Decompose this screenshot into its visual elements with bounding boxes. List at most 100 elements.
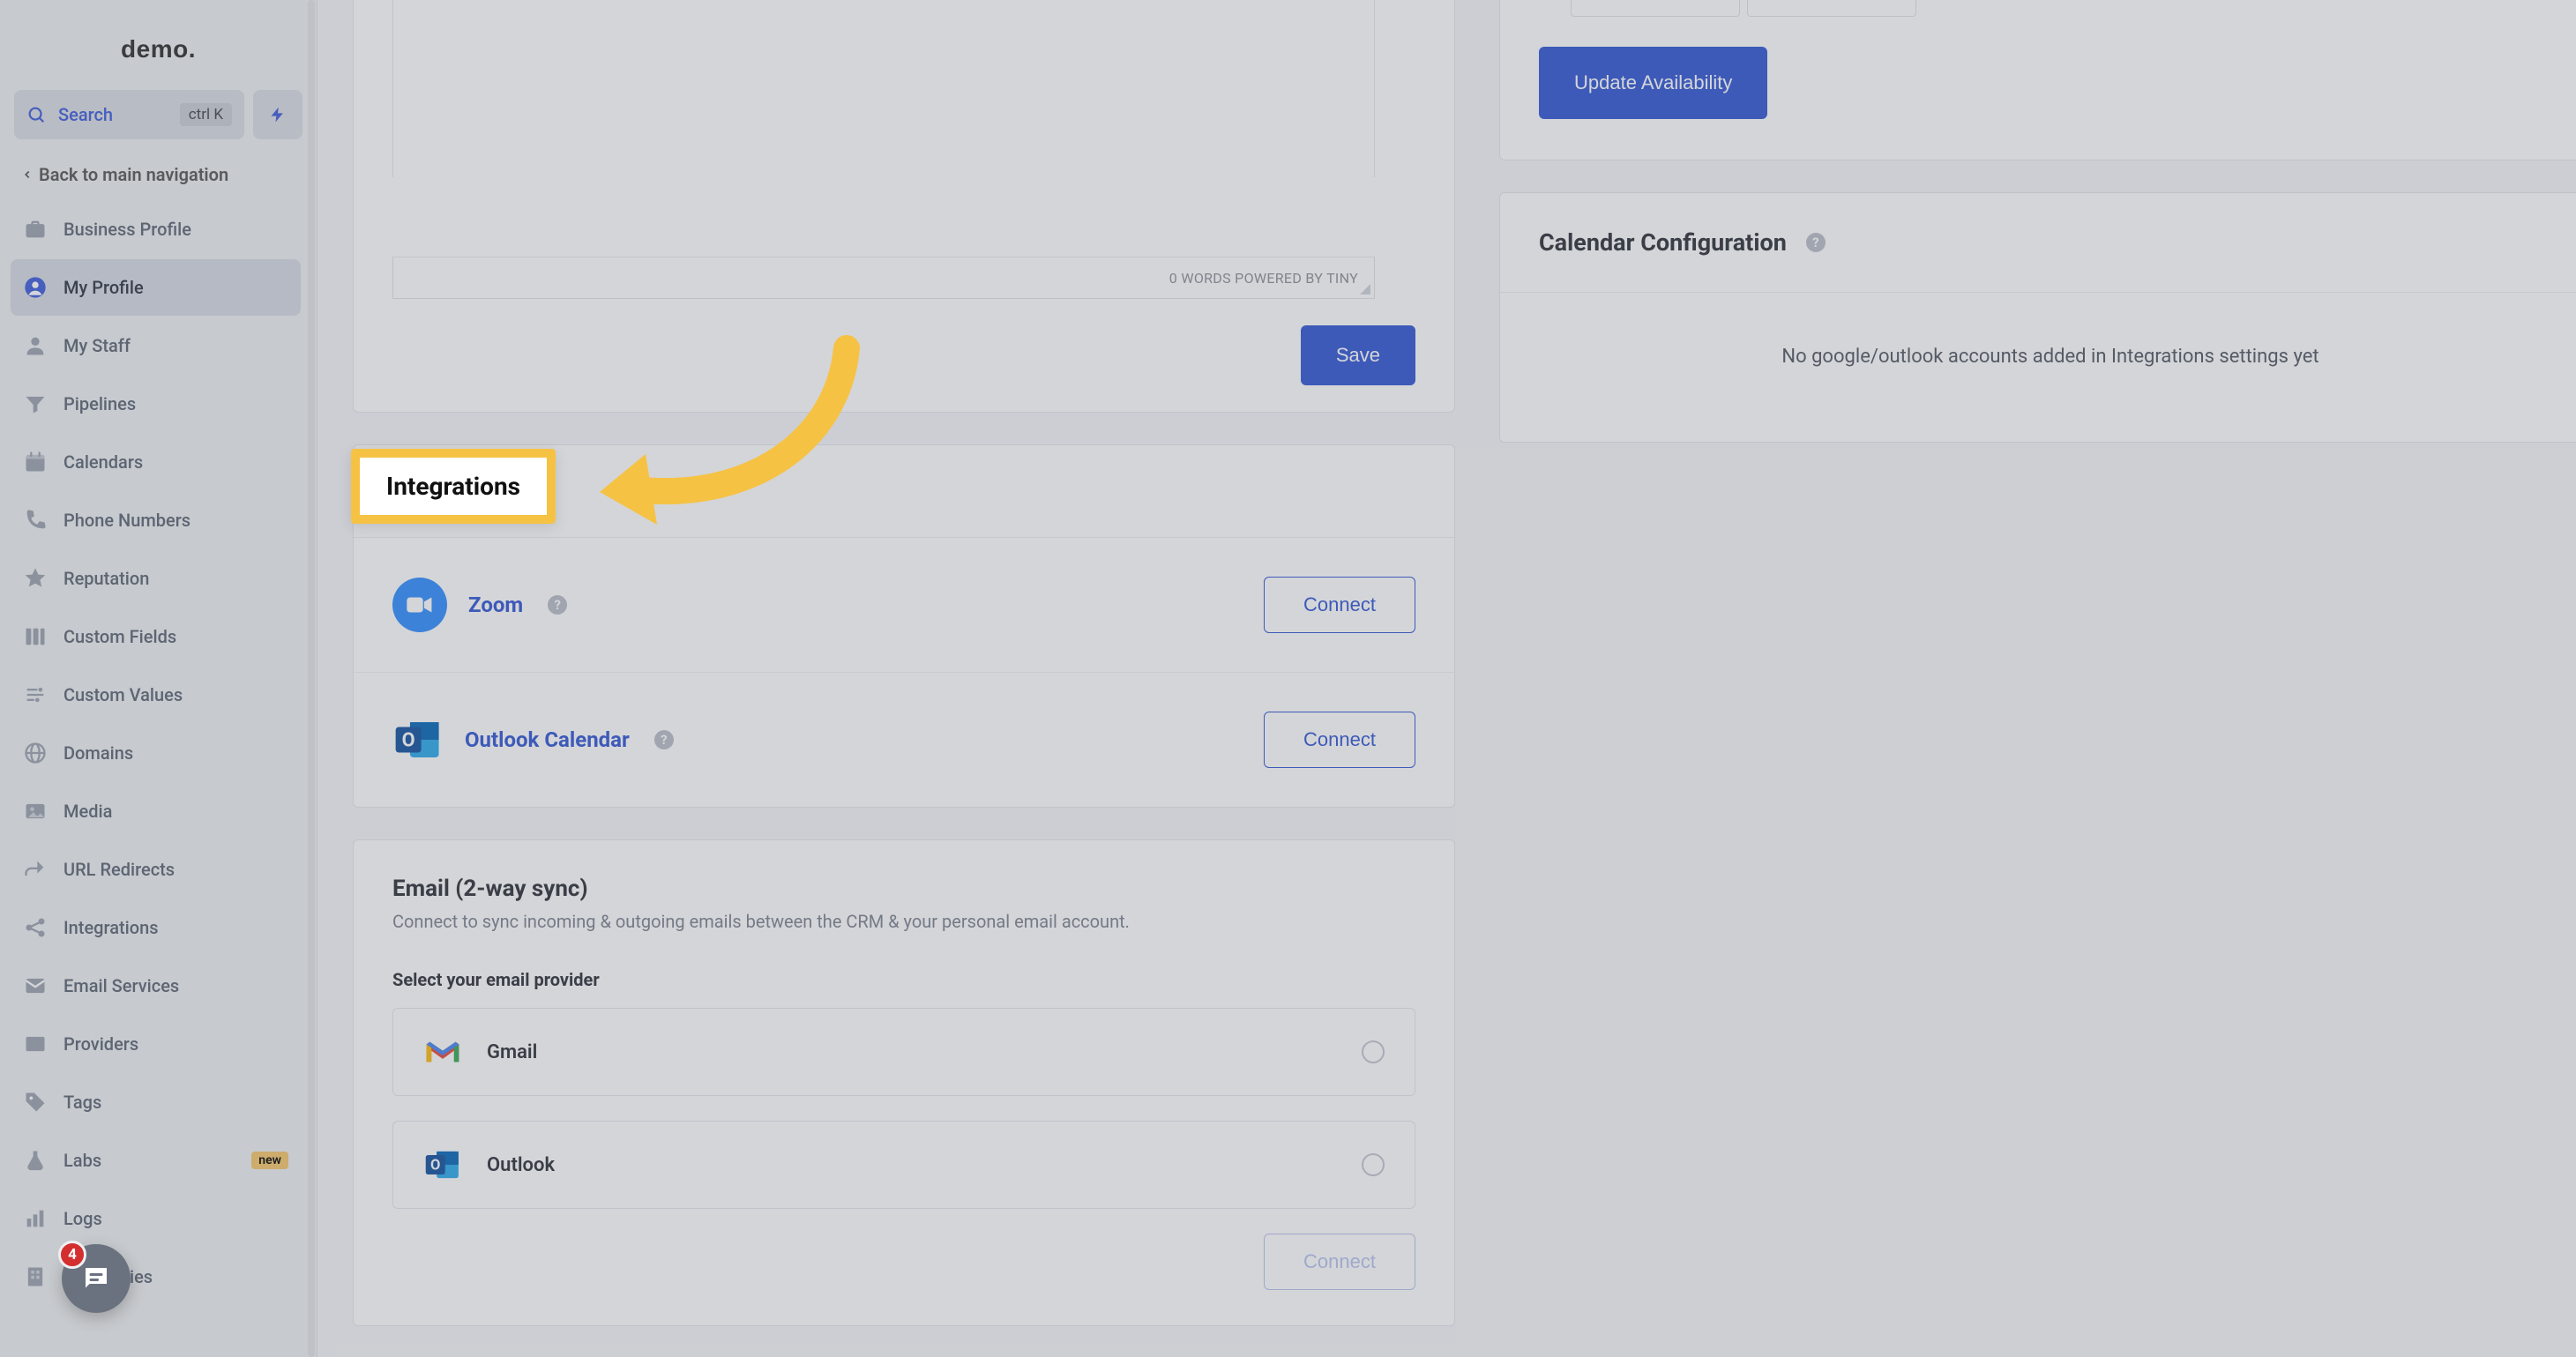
availability-card: 12:00 AM ✕ 12:00 AM ✕ Update Availabilit… bbox=[1499, 0, 2576, 160]
back-to-main-nav[interactable]: Back to main navigation bbox=[11, 153, 306, 201]
main-content: 0 WORDS POWERED BY TINY Save Integration… bbox=[317, 0, 2576, 1357]
briefcase-icon bbox=[23, 217, 48, 242]
sidebar-item-label: Phone Numbers bbox=[63, 510, 288, 531]
sidebar-item-label: My Staff bbox=[63, 335, 288, 356]
editor-statusbar: 0 WORDS POWERED BY TINY bbox=[392, 257, 1375, 299]
sidebar-item-label: My Profile bbox=[63, 277, 288, 298]
search-icon bbox=[26, 105, 46, 124]
badge-new: new bbox=[251, 1152, 288, 1169]
help-icon[interactable]: ? bbox=[1806, 233, 1826, 252]
sidebar-item-label: Providers bbox=[63, 1033, 288, 1055]
sidebar-item-label: Business Profile bbox=[63, 219, 288, 240]
sidebar-item-label: Media bbox=[63, 801, 288, 822]
filter-icon bbox=[23, 391, 48, 416]
help-icon[interactable]: ? bbox=[548, 595, 567, 615]
tag-icon bbox=[23, 1090, 48, 1115]
sidebar: demo. Search ctrl K Back to main navigat… bbox=[0, 0, 317, 1357]
availability-time-from[interactable]: 12:00 AM ✕ bbox=[1571, 0, 1740, 17]
sidebar-item-label: Pipelines bbox=[63, 393, 288, 414]
email-provider-outlook[interactable]: O Outlook bbox=[392, 1121, 1415, 1209]
sidebar-item-integrations[interactable]: Integrations bbox=[11, 899, 301, 956]
sidebar-item-email-services[interactable]: Email Services bbox=[11, 958, 301, 1014]
clear-icon[interactable]: ✕ bbox=[1714, 0, 1727, 1]
user-circle-icon bbox=[23, 275, 48, 300]
email-connect-button[interactable]: Connect bbox=[1264, 1234, 1415, 1290]
sidebar-item-logs[interactable]: Logs bbox=[11, 1190, 301, 1247]
sidebar-item-label: Logs bbox=[63, 1208, 288, 1229]
sidebar-item-phone-numbers[interactable]: Phone Numbers bbox=[11, 492, 301, 548]
availability-time-to[interactable]: 12:00 AM ✕ bbox=[1747, 0, 1916, 17]
sidebar-item-domains[interactable]: Domains bbox=[11, 725, 301, 781]
highlight-callout: Integrations bbox=[351, 449, 556, 524]
building-icon bbox=[23, 1264, 48, 1289]
update-availability-button[interactable]: Update Availability bbox=[1539, 47, 1767, 119]
brand-logo: demo. bbox=[11, 18, 306, 90]
sliders-icon bbox=[23, 682, 48, 707]
sidebar-item-label: Labs bbox=[63, 1150, 230, 1171]
sidebar-item-providers[interactable]: Providers bbox=[11, 1016, 301, 1072]
settings-nav: Business Profile My Profile My Staff Pipeli… bbox=[11, 201, 306, 1357]
calendar-icon bbox=[23, 450, 48, 474]
redirect-icon bbox=[23, 857, 48, 882]
columns-icon bbox=[23, 624, 48, 649]
right-column: 12:00 AM ✕ 12:00 AM ✕ Update Availabilit… bbox=[1499, 0, 2576, 474]
connect-outlook-button[interactable]: Connect bbox=[1264, 712, 1415, 768]
mail-icon bbox=[23, 973, 48, 998]
integration-name: Zoom bbox=[468, 593, 523, 617]
integration-row-outlook: O Outlook Calendar ? Connect bbox=[354, 673, 1454, 807]
chart-icon bbox=[23, 1206, 48, 1231]
gmail-icon bbox=[423, 1033, 462, 1071]
sidebar-item-media[interactable]: Media bbox=[11, 783, 301, 839]
chat-icon bbox=[80, 1263, 112, 1294]
sidebar-item-url-redirects[interactable]: URL Redirects bbox=[11, 841, 301, 898]
sidebar-item-label: Domains bbox=[63, 742, 288, 764]
sidebar-item-label: Reputation bbox=[63, 568, 288, 589]
search-row: Search ctrl K bbox=[11, 90, 306, 153]
sidebar-item-label: Custom Values bbox=[63, 684, 288, 705]
sidebar-item-my-profile[interactable]: My Profile bbox=[11, 259, 301, 316]
radio-outlook[interactable] bbox=[1362, 1153, 1385, 1176]
sidebar-item-label: Custom Fields bbox=[63, 626, 288, 647]
quick-actions-button[interactable] bbox=[253, 90, 302, 139]
user-icon bbox=[23, 333, 48, 358]
sidebar-item-business-profile[interactable]: Business Profile bbox=[11, 201, 301, 257]
outlook-icon: O bbox=[423, 1145, 462, 1184]
availability-time-row: 12:00 AM ✕ 12:00 AM ✕ bbox=[1571, 0, 2562, 17]
chat-unread-badge: 4 bbox=[58, 1241, 86, 1269]
help-icon[interactable]: ? bbox=[654, 730, 674, 749]
help-chat-widget[interactable]: 4 bbox=[62, 1244, 131, 1313]
integration-name: Outlook Calendar bbox=[465, 727, 630, 752]
search-input[interactable]: Search ctrl K bbox=[14, 90, 244, 139]
sidebar-item-calendars[interactable]: Calendars bbox=[11, 434, 301, 490]
calendar-config-heading: Calendar Configuration ? bbox=[1500, 193, 2576, 293]
left-column: 0 WORDS POWERED BY TINY Save Integration… bbox=[353, 0, 1455, 1357]
sidebar-item-custom-values[interactable]: Custom Values bbox=[11, 667, 301, 723]
svg-text:O: O bbox=[402, 729, 415, 751]
image-icon bbox=[23, 799, 48, 824]
email-provider-gmail[interactable]: Gmail bbox=[392, 1008, 1415, 1096]
rich-text-editor-card: 0 WORDS POWERED BY TINY Save bbox=[353, 0, 1455, 413]
chevron-left-icon bbox=[21, 168, 34, 181]
sidebar-item-label: Integrations bbox=[63, 917, 288, 938]
sidebar-item-pipelines[interactable]: Pipelines bbox=[11, 376, 301, 432]
save-button[interactable]: Save bbox=[1301, 325, 1415, 385]
sidebar-item-label: Tags bbox=[63, 1092, 288, 1113]
film-icon bbox=[23, 1032, 48, 1056]
sidebar-item-labs[interactable]: Labs new bbox=[11, 1132, 301, 1189]
radio-gmail[interactable] bbox=[1362, 1040, 1385, 1063]
email-sync-card: Email (2-way sync) Connect to sync incom… bbox=[353, 839, 1455, 1326]
email-sync-title: Email (2-way sync) bbox=[392, 876, 1415, 902]
editor-canvas[interactable] bbox=[392, 0, 1375, 177]
sidebar-item-reputation[interactable]: Reputation bbox=[11, 550, 301, 607]
phone-icon bbox=[23, 508, 48, 533]
connect-zoom-button[interactable]: Connect bbox=[1264, 577, 1415, 633]
sidebar-item-label: URL Redirects bbox=[63, 859, 288, 880]
sidebar-item-custom-fields[interactable]: Custom Fields bbox=[11, 608, 301, 665]
sidebar-item-tags[interactable]: Tags bbox=[11, 1074, 301, 1130]
clear-icon[interactable]: ✕ bbox=[1890, 0, 1903, 1]
sidebar-item-companies[interactable]: Companies bbox=[11, 1249, 301, 1305]
share-nodes-icon bbox=[23, 915, 48, 940]
zoom-icon bbox=[392, 578, 447, 632]
sidebar-item-label: Email Services bbox=[63, 975, 288, 996]
sidebar-item-my-staff[interactable]: My Staff bbox=[11, 317, 301, 374]
